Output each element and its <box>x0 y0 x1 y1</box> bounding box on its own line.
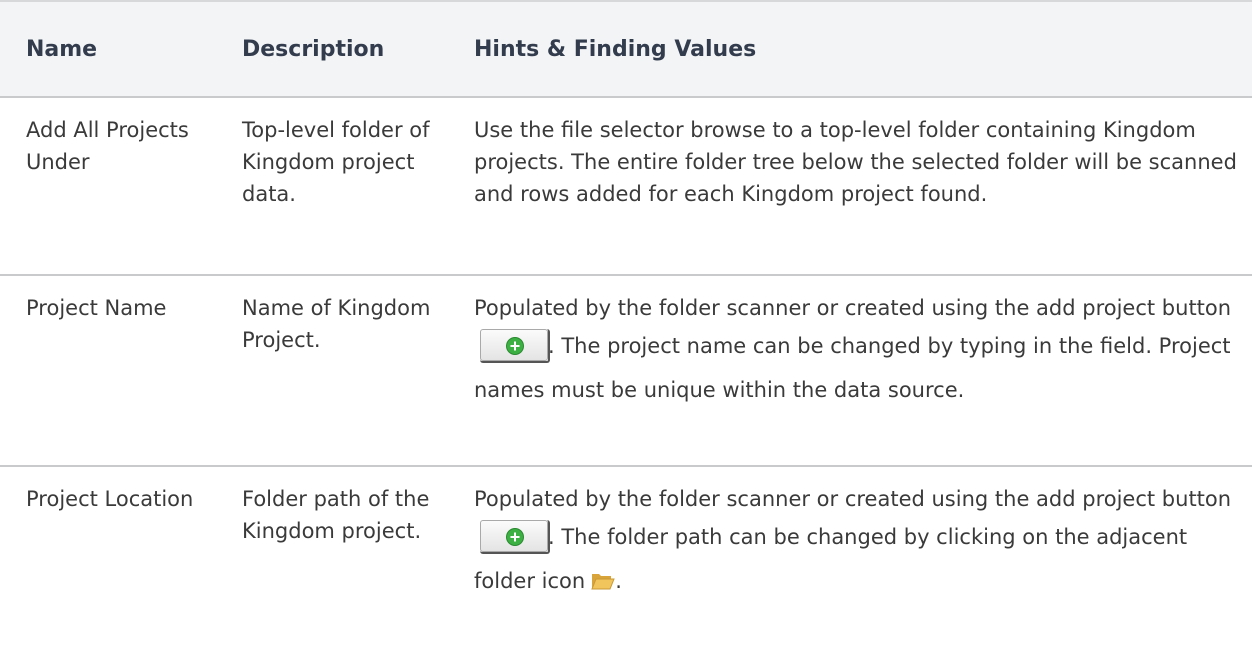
hints-text-before: Populated by the folder scanner or creat… <box>474 296 1232 320</box>
add-project-icon <box>506 337 524 355</box>
header-name: Name <box>0 1 230 98</box>
header-description: Description <box>230 1 462 98</box>
add-project-button <box>480 329 550 363</box>
hints-text-end: . <box>615 569 622 593</box>
row-hints: Use the file selector browse to a top-le… <box>462 97 1252 276</box>
row-name: Add All Projects Under <box>0 97 230 276</box>
table-row: Project Name Name of Kingdom Project. Po… <box>0 275 1252 467</box>
row-description: Top-level folder of Kingdom project data… <box>230 97 462 276</box>
add-project-icon <box>506 528 524 546</box>
table-row: Project Location Folder path of the King… <box>0 466 1252 647</box>
row-name: Project Location <box>26 487 194 511</box>
hints-text-before: Populated by the folder scanner or creat… <box>474 487 1232 511</box>
table-row: Add All Projects Under Top-level folder … <box>0 97 1252 276</box>
add-project-button <box>480 520 550 554</box>
folder-open-icon <box>591 574 615 590</box>
hints-text-after: . The folder path can be changed by clic… <box>474 525 1188 593</box>
row-name: Project Name <box>0 275 230 467</box>
row-description: Folder path of the Kingdom project. <box>242 487 430 543</box>
header-hints: Hints & Finding Values <box>462 1 1252 98</box>
row-hints: Populated by the folder scanner or creat… <box>462 466 1252 647</box>
hints-text-after: . The project name can be changed by typ… <box>474 334 1231 402</box>
row-hints: Populated by the folder scanner or creat… <box>462 275 1252 467</box>
row-description: Name of Kingdom Project. <box>230 275 462 467</box>
reference-table: Name Description Hints & Finding Values … <box>0 0 1252 647</box>
table-header-row: Name Description Hints & Finding Values <box>0 1 1252 98</box>
